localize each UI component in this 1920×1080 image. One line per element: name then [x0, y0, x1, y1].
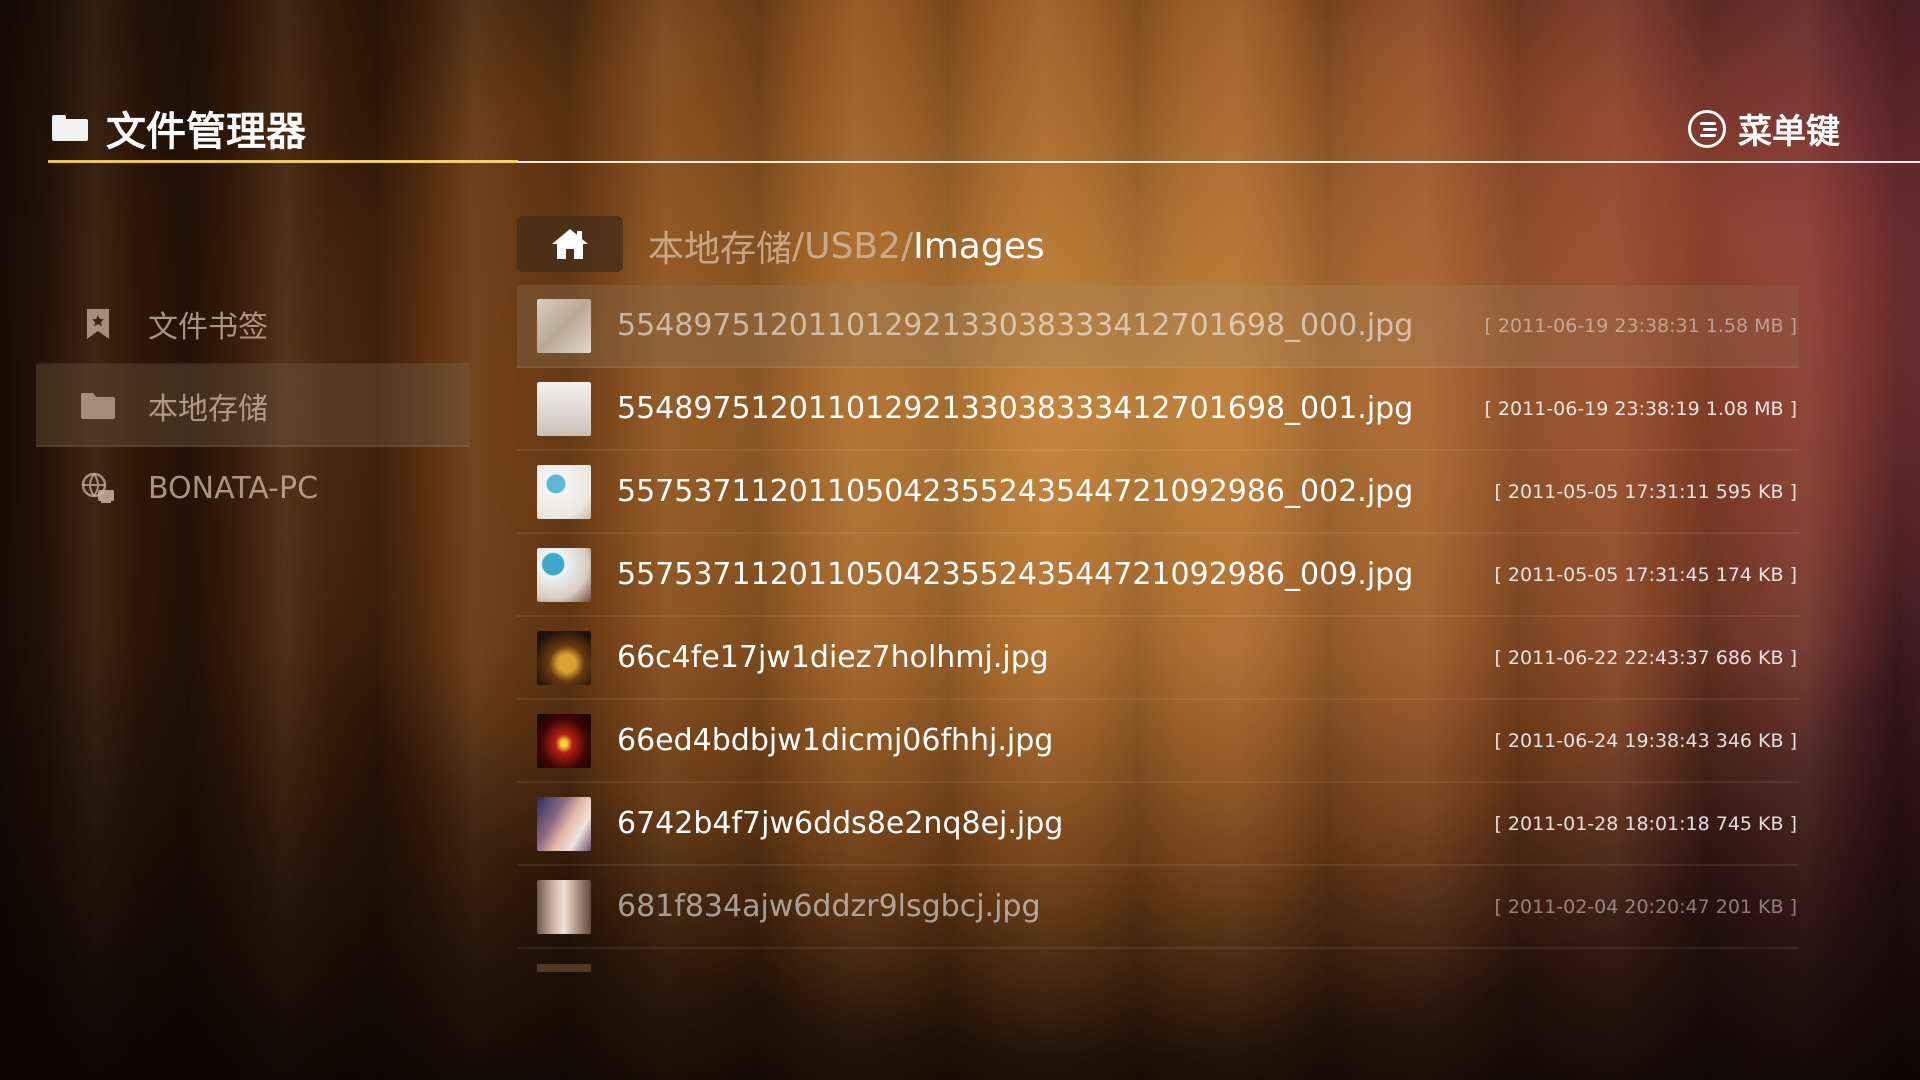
sidebar: 文件书签 本地存储 BONATA-PC: [36, 283, 470, 529]
network-icon: [80, 470, 116, 506]
home-icon: [552, 229, 588, 259]
list-item[interactable]: 66ed4bdbjw1dicmj06fhhj.jpg [ 2011-06-24 …: [517, 700, 1799, 783]
sidebar-item-label: 文件书签: [148, 310, 268, 345]
breadcrumb-separator: /: [792, 225, 805, 267]
file-name: 55489751201101292133038333412701698_000.…: [617, 308, 1414, 343]
partial-list-item: [537, 964, 591, 972]
folder-icon: [80, 388, 116, 424]
list-item[interactable]: 6742b4f7jw6dds8e2nq8ej.jpg [ 2011-01-28 …: [517, 783, 1799, 866]
list-item[interactable]: 55489751201101292133038333412701698_001.…: [517, 368, 1799, 451]
bookmark-icon: [80, 306, 116, 342]
file-name: 681f834ajw6ddzr9lsgbcj.jpg: [617, 889, 1041, 924]
image-thumbnail: [537, 713, 591, 768]
breadcrumb-current: Images: [913, 225, 1045, 267]
breadcrumb: 本地存储 / USB2 / Images: [648, 220, 1045, 272]
home-button[interactable]: [517, 216, 623, 272]
file-meta: [ 2011-05-05 17:31:45 174 KB ]: [1494, 563, 1797, 586]
header-accent-underline: [48, 160, 518, 163]
image-thumbnail: [537, 298, 591, 353]
folder-icon: [52, 115, 88, 141]
sidebar-item-label: BONATA-PC: [148, 470, 319, 506]
image-thumbnail: [537, 381, 591, 436]
list-item[interactable]: 55753711201105042355243544721092986_009.…: [517, 534, 1799, 617]
file-name: 66c4fe17jw1diez7holhmj.jpg: [617, 640, 1049, 675]
image-thumbnail: [537, 796, 591, 851]
menu-key-button[interactable]: 菜单键: [1688, 104, 1840, 153]
sidebar-item-network[interactable]: BONATA-PC: [36, 447, 470, 529]
image-thumbnail: [537, 547, 591, 602]
file-meta: [ 2011-05-05 17:31:11 595 KB ]: [1494, 480, 1797, 503]
file-meta: [ 2011-06-19 23:38:19 1.08 MB ]: [1484, 397, 1797, 420]
list-item[interactable]: 55753711201105042355243544721092986_002.…: [517, 451, 1799, 534]
image-thumbnail: [537, 464, 591, 519]
sidebar-item-bookmarks[interactable]: 文件书签: [36, 283, 470, 365]
image-thumbnail: [537, 630, 591, 685]
file-name: 55753711201105042355243544721092986_009.…: [617, 557, 1414, 592]
app-title: 文件管理器: [52, 100, 306, 156]
list-item[interactable]: 66c4fe17jw1diez7holhmj.jpg [ 2011-06-22 …: [517, 617, 1799, 700]
file-meta: [ 2011-02-04 20:20:47 201 KB ]: [1494, 895, 1797, 918]
menu-icon: [1688, 109, 1726, 148]
breadcrumb-separator: /: [900, 225, 914, 267]
sidebar-item-local-storage[interactable]: 本地存储: [36, 365, 470, 447]
file-name: 6742b4f7jw6dds8e2nq8ej.jpg: [617, 806, 1064, 841]
breadcrumb-local-storage[interactable]: 本地存储: [648, 220, 792, 272]
file-name: 55489751201101292133038333412701698_001.…: [617, 391, 1414, 426]
app-title-text: 文件管理器: [106, 109, 306, 155]
file-meta: [ 2011-01-28 18:01:18 745 KB ]: [1494, 812, 1797, 835]
list-item[interactable]: 55489751201101292133038333412701698_000.…: [517, 285, 1799, 368]
file-name: 66ed4bdbjw1dicmj06fhhj.jpg: [617, 723, 1054, 758]
image-thumbnail: [537, 879, 591, 934]
header-divider: [518, 161, 1920, 163]
list-item[interactable]: 681f834ajw6ddzr9lsgbcj.jpg [ 2011-02-04 …: [517, 866, 1799, 949]
breadcrumb-usb2[interactable]: USB2: [804, 226, 901, 267]
file-meta: [ 2011-06-22 22:43:37 686 KB ]: [1494, 646, 1797, 669]
sidebar-item-label: 本地存储: [148, 392, 268, 427]
file-meta: [ 2011-06-24 19:38:43 346 KB ]: [1494, 729, 1797, 752]
file-meta: [ 2011-06-19 23:38:31 1.58 MB ]: [1484, 314, 1797, 337]
file-name: 55753711201105042355243544721092986_002.…: [617, 474, 1414, 509]
file-list: 55489751201101292133038333412701698_000.…: [517, 285, 1799, 949]
menu-key-label: 菜单键: [1738, 112, 1840, 152]
